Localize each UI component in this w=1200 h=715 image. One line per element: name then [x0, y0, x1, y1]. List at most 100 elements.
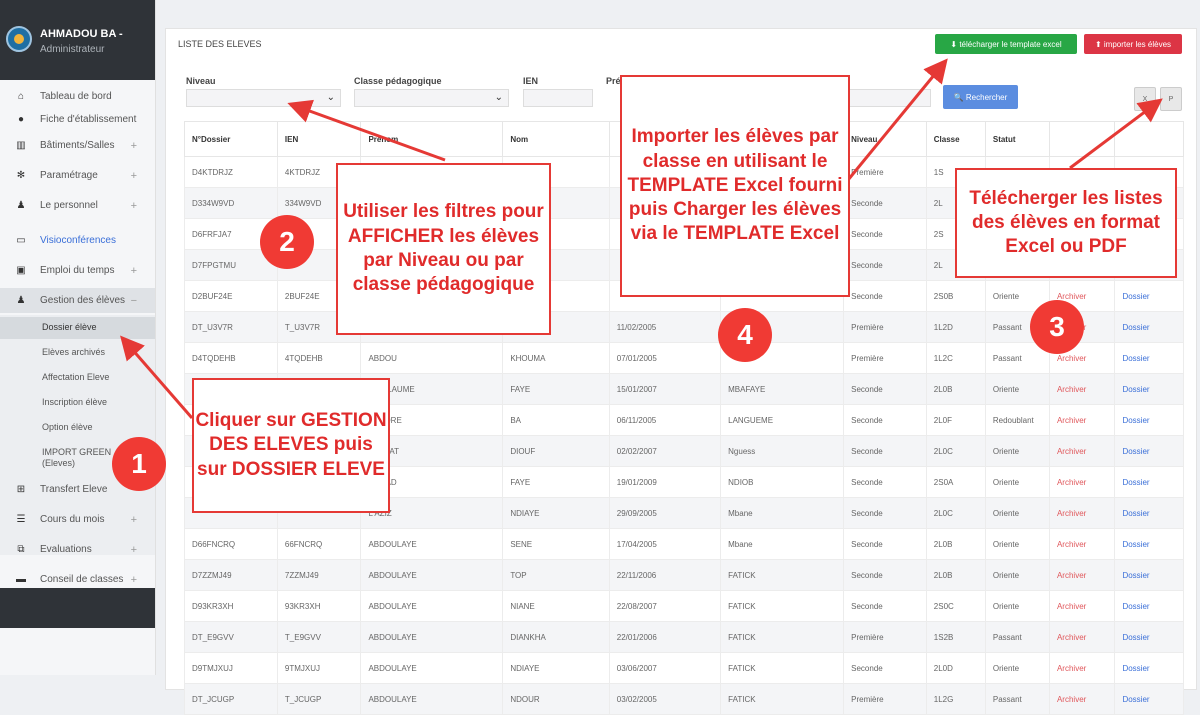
- submenu-item-5[interactable]: IMPORT GREEN: [42, 447, 111, 457]
- avatar[interactable]: [6, 26, 32, 52]
- table-cell: 03/02/2005: [608, 683, 722, 715]
- dossier-button[interactable]: Dossier: [1114, 373, 1184, 405]
- table-cell: D4KTDRJZ: [184, 156, 278, 188]
- dossier-button[interactable]: Dossier: [1114, 621, 1184, 653]
- sidebar-item-7[interactable]: ♟ Gestion des élèves −: [0, 288, 155, 313]
- filter-extra-input[interactable]: [846, 89, 931, 107]
- submenu-item-0[interactable]: Dossier élève: [42, 322, 97, 332]
- filter-niveau-select[interactable]: ⌄: [186, 89, 341, 107]
- archive-button[interactable]: Archiver: [1048, 373, 1116, 405]
- sidebar-item-6[interactable]: ▣ Emploi du temps +: [0, 258, 155, 283]
- dossier-button[interactable]: Dossier: [1114, 311, 1184, 343]
- table-cell: DT_JCUGP: [184, 683, 278, 715]
- expand-icon[interactable]: −: [131, 295, 137, 307]
- dossier-button[interactable]: Dossier: [1114, 528, 1184, 560]
- pdf-export-icon[interactable]: P: [1160, 87, 1182, 111]
- table-cell: Première: [843, 342, 927, 374]
- table-cell: NDIAYE: [502, 652, 610, 684]
- table-cell: DT_E9GVV: [184, 621, 278, 653]
- dossier-button[interactable]: Dossier: [1114, 559, 1184, 591]
- expand-icon[interactable]: +: [131, 170, 137, 182]
- sidebar-item-label: Emploi du temps: [40, 265, 115, 276]
- expand-icon[interactable]: +: [131, 514, 137, 526]
- submenu-item-1[interactable]: Elèves archivés: [42, 347, 105, 357]
- archive-button[interactable]: Archiver: [1048, 621, 1116, 653]
- sidebar-item-4[interactable]: ♟ Le personnel +: [0, 193, 155, 218]
- sidebar-item-3[interactable]: ✻ Paramétrage +: [0, 163, 155, 188]
- archive-button[interactable]: Archiver: [1048, 590, 1116, 622]
- table-row[interactable]: D9TMJXUJ 9TMJXUJ ABDOULAYE NDIAYE 03/06/2007…: [184, 652, 1184, 684]
- column-header-8[interactable]: Statut: [984, 121, 1050, 157]
- table-cell: Oriente: [984, 528, 1050, 560]
- filter-ien-input[interactable]: [523, 89, 593, 107]
- dossier-button[interactable]: Dossier: [1114, 342, 1184, 374]
- table-cell: 03/06/2007: [608, 652, 722, 684]
- sidebar-item-1[interactable]: ● Fiche d'établissement: [0, 107, 155, 132]
- archive-button[interactable]: Archiver: [1048, 435, 1116, 467]
- table-row[interactable]: D7ZZMJ49 7ZZMJ49 ABDOULAYE TOP 22/11/2006 FAT…: [184, 559, 1184, 591]
- download-template-button[interactable]: ⬇ télécharger le template excel: [935, 34, 1077, 54]
- archive-button[interactable]: Archiver: [1048, 683, 1116, 715]
- submenu-item-2[interactable]: Affectation Eleve: [42, 372, 109, 382]
- column-header-10[interactable]: [1114, 121, 1184, 157]
- table-row[interactable]: DT_JCUGP T_JCUGP ABDOULAYE NDOUR 03/02/2005 F…: [184, 683, 1184, 715]
- table-cell: ABDOULAYE: [360, 559, 504, 591]
- column-header-7[interactable]: Classe: [925, 121, 986, 157]
- table-row[interactable]: D66FNCRQ 66FNCRQ ABDOULAYE SENE 17/04/2005 Mb…: [184, 528, 1184, 560]
- sidebar-item-label: Tableau de bord: [40, 91, 112, 102]
- column-header-6[interactable]: Niveau: [843, 121, 927, 157]
- archive-button[interactable]: Archiver: [1048, 559, 1116, 591]
- archive-button[interactable]: Archiver: [1048, 404, 1116, 436]
- excel-export-icon[interactable]: X: [1134, 87, 1156, 111]
- dossier-button[interactable]: Dossier: [1114, 652, 1184, 684]
- dossier-button[interactable]: Dossier: [1114, 404, 1184, 436]
- dossier-button[interactable]: Dossier: [1114, 497, 1184, 529]
- table-cell: FAYE: [502, 373, 610, 405]
- gear-icon: ✻: [16, 170, 26, 181]
- sidebar-item-b2[interactable]: ⧉ Evaluations +: [0, 537, 155, 562]
- expand-icon[interactable]: +: [131, 544, 137, 556]
- submenu-item-4[interactable]: Option élève: [42, 422, 93, 432]
- table-cell: 15/01/2007: [608, 373, 722, 405]
- archive-button[interactable]: Archiver: [1048, 466, 1116, 498]
- dossier-button[interactable]: Dossier: [1114, 435, 1184, 467]
- archive-button[interactable]: Archiver: [1048, 652, 1116, 684]
- dossier-button[interactable]: Dossier: [1114, 466, 1184, 498]
- archive-button[interactable]: Archiver: [1048, 528, 1116, 560]
- sidebar-item-2[interactable]: ▥ Bâtiments/Salles +: [0, 133, 155, 158]
- column-header-9[interactable]: [1048, 121, 1116, 157]
- archive-button[interactable]: Archiver: [1048, 497, 1116, 529]
- expand-icon[interactable]: +: [131, 574, 137, 586]
- table-cell: D334W9VD: [184, 187, 278, 219]
- column-header-2[interactable]: Prénom: [360, 121, 504, 157]
- expand-icon[interactable]: +: [131, 140, 137, 152]
- table-row[interactable]: DT_E9GVV T_E9GVV ABDOULAYE DIANKHA 22/01/200…: [184, 621, 1184, 653]
- filter-classe-select[interactable]: ⌄: [354, 89, 509, 107]
- column-header-0[interactable]: N°Dossier: [184, 121, 278, 157]
- sidebar-item-b1[interactable]: ☰ Cours du mois +: [0, 507, 155, 532]
- column-header-1[interactable]: IEN: [276, 121, 362, 157]
- submenu-item-3[interactable]: Inscription élève: [42, 397, 107, 407]
- table-row[interactable]: D93KR3XH 93KR3XH ABDOULAYE NIANE 22/08/2007 F…: [184, 590, 1184, 622]
- home-icon: ⌂: [17, 91, 25, 102]
- search-button[interactable]: 🔍 Rechercher: [943, 85, 1018, 109]
- expand-icon[interactable]: +: [131, 265, 137, 277]
- table-cell: 2L0B: [925, 559, 986, 591]
- dossier-button[interactable]: Dossier: [1114, 683, 1184, 715]
- dossier-button[interactable]: Dossier: [1114, 280, 1184, 312]
- sidebar-item-0[interactable]: ⌂ Tableau de bord: [0, 84, 155, 109]
- dossier-button[interactable]: Dossier: [1114, 590, 1184, 622]
- table-row[interactable]: D4TQDEHB 4TQDEHB ABDOU KHOUMA 07/01/2005 Prem…: [184, 342, 1184, 374]
- import-students-button[interactable]: ⬆ importer les élèves: [1084, 34, 1182, 54]
- submenu-item-6[interactable]: (Eleves): [42, 458, 75, 468]
- table-cell: Redoublant: [984, 404, 1050, 436]
- step-badge-1: 1: [112, 437, 166, 491]
- table-cell: D7ZZMJ49: [184, 559, 278, 591]
- sidebar-item-5[interactable]: ▭ Visioconférences: [0, 228, 155, 253]
- user-name[interactable]: AHMADOU BA -: [40, 28, 123, 40]
- table-cell: Oriente: [984, 373, 1050, 405]
- column-header-3[interactable]: Nom: [502, 121, 610, 157]
- table-cell: LANGUEME: [720, 404, 845, 436]
- expand-icon[interactable]: +: [131, 200, 137, 212]
- table-cell: 22/08/2007: [608, 590, 722, 622]
